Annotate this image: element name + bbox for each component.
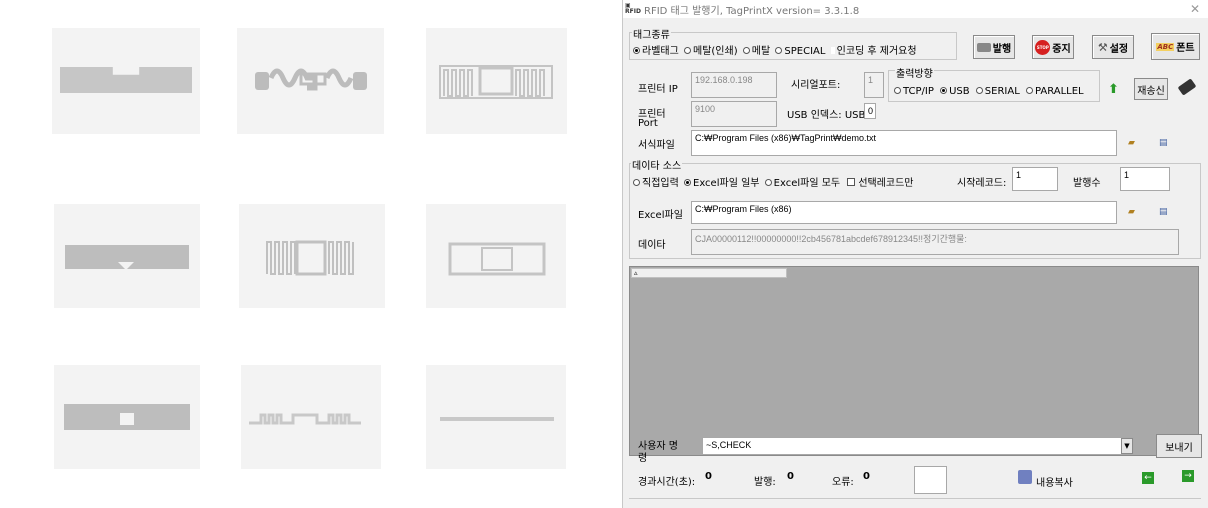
tag-tile: [426, 28, 567, 134]
radio-tcpip[interactable]: TCP/IP: [894, 86, 934, 97]
title-bar: ▣ RFID RFID 태그 발행기, TagPrintX version= 3.…: [623, 0, 1208, 18]
tag-tile: [54, 365, 200, 469]
format-file-field[interactable]: C:₩Program Files (x86)₩TagPrint₩demo.txt: [691, 130, 1117, 156]
tag-chip-window: [120, 413, 134, 425]
tag-gallery: [0, 0, 620, 508]
tag-inlay-image: [440, 417, 554, 421]
copy-content-label[interactable]: 내용복사: [1036, 474, 1073, 489]
radio-label-tag[interactable]: 라벨태그: [633, 46, 679, 57]
tools-icon: ⚒: [1097, 40, 1108, 54]
radio-excel-all[interactable]: Excel파일 모두: [764, 178, 840, 189]
send-button[interactable]: 보내기: [1156, 434, 1202, 458]
tag-tile: [237, 28, 384, 134]
printer-ip-label: 프린터 IP: [638, 84, 678, 95]
radio-excel-partial[interactable]: Excel파일 일부: [684, 178, 759, 189]
issued-value: 0: [787, 471, 794, 482]
excel-folder-icon[interactable]: ▰: [1128, 207, 1135, 217]
close-icon[interactable]: ✕: [1190, 2, 1200, 16]
usb-index-label: USB 인덱스: USB: [787, 110, 866, 121]
data-source-label: 데이타 소스: [631, 157, 683, 172]
excel-file-label: Excel파일: [638, 210, 683, 221]
log-output-area[interactable]: ▵: [629, 266, 1199, 456]
tag-tile: [426, 365, 566, 469]
app-logo: ▣ RFID: [625, 2, 641, 15]
tag-inlay-image: [255, 68, 367, 91]
format-file-label: 서식파일: [638, 140, 675, 151]
user-command-label: 사용자 명령: [638, 441, 678, 464]
data-field[interactable]: CJA00000112!!00000000!!2cb456781abcdef67…: [691, 229, 1179, 255]
window-title: RFID 태그 발행기, TagPrintX version= 3.3.1.8: [644, 5, 860, 17]
tag-inlay-image: [60, 67, 192, 93]
resend-button[interactable]: 재송신: [1134, 78, 1168, 100]
tagprintx-window: ▣ RFID RFID 태그 발행기, TagPrintX version= 3.…: [622, 0, 1208, 508]
error-label: 오류:: [832, 477, 854, 488]
settings-button[interactable]: ⚒ 설정: [1092, 35, 1134, 59]
font-button[interactable]: ABC 폰트: [1151, 33, 1200, 60]
issue-count-label: 발행수: [1073, 178, 1101, 189]
radio-parallel[interactable]: PARALLEL: [1025, 86, 1084, 97]
tag-inlay-image: [266, 240, 354, 276]
output-direction-options: TCP/IP USB SERIAL PARALLEL: [894, 86, 1084, 97]
tag-type-options: 라벨태그 메탈(인쇄) 메탈 SPECIAL 인코딩 후 제거요청: [633, 42, 917, 57]
tag-tile: [241, 365, 381, 469]
printer-ip-field[interactable]: 192.168.0.198: [691, 72, 777, 98]
data-source-options: 직접입력 Excel파일 일부 Excel파일 모두 선택레코드만: [633, 174, 914, 189]
issue-count-field[interactable]: 1: [1120, 167, 1170, 191]
start-record-field[interactable]: 1: [1012, 167, 1058, 191]
error-value: 0: [863, 471, 870, 482]
serial-port-field[interactable]: 1: [864, 72, 884, 98]
serial-port-label: 시리얼포트:: [791, 80, 841, 91]
elapsed-label: 경과시간(초):: [638, 477, 696, 488]
font-icon: ABC: [1156, 42, 1175, 51]
stop-button[interactable]: STOP 중지: [1032, 35, 1074, 59]
status-bar: [629, 498, 1201, 506]
checkbox-selected-only[interactable]: 선택레코드만: [847, 178, 914, 189]
copy-content-icon[interactable]: [1018, 470, 1032, 484]
tag-tile: [239, 204, 385, 308]
excel-file-field[interactable]: C:₩Program Files (x86): [691, 201, 1117, 224]
checkbox-remove-after-encoding[interactable]: 인코딩 후 제거요청: [830, 46, 917, 57]
user-command-field[interactable]: ~S,CHECK: [702, 437, 1134, 455]
tag-inlay-image: [439, 65, 553, 99]
start-record-label: 시작레코드:: [957, 178, 1007, 189]
radio-direct-input[interactable]: 직접입력: [633, 178, 679, 189]
printer-port-label: 프린터 Port: [638, 109, 666, 129]
printer-icon: [976, 42, 991, 52]
eraser-icon[interactable]: [1177, 78, 1197, 96]
upload-icon[interactable]: ⬆: [1108, 82, 1119, 97]
next-arrow-icon[interactable]: →: [1182, 470, 1194, 482]
tag-tile: [426, 204, 566, 308]
printer-port-field[interactable]: 9100: [691, 101, 777, 127]
log-tab[interactable]: ▵: [631, 268, 787, 278]
data-label: 데이타: [638, 240, 666, 251]
radio-metal-print[interactable]: 메탈(인쇄): [684, 46, 738, 57]
command-dropdown-button[interactable]: ▼: [1121, 438, 1133, 454]
issued-label: 발행:: [754, 477, 776, 488]
output-direction-label: 출력방향: [895, 65, 934, 80]
tag-inlay-image: [448, 242, 546, 276]
stop-icon: STOP: [1035, 39, 1051, 55]
tag-inlay-image: [249, 413, 361, 425]
radio-usb[interactable]: USB: [940, 86, 970, 97]
issue-button[interactable]: 발행: [973, 35, 1015, 59]
tag-type-label: 태그종류: [632, 26, 671, 41]
folder-open-icon[interactable]: ▰: [1128, 138, 1135, 148]
tag-tile: [54, 204, 200, 308]
status-indicator-box: [914, 466, 947, 494]
excel-document-icon[interactable]: ▤: [1159, 207, 1168, 217]
document-icon[interactable]: ▤: [1159, 138, 1168, 148]
usb-index-field[interactable]: 0: [864, 103, 876, 119]
tag-tile: [52, 28, 200, 134]
elapsed-value: 0: [705, 471, 712, 482]
radio-special[interactable]: SPECIAL: [775, 46, 825, 57]
radio-serial[interactable]: SERIAL: [975, 86, 1020, 97]
radio-metal[interactable]: 메탈: [742, 46, 770, 57]
prev-arrow-icon[interactable]: ←: [1142, 472, 1154, 484]
